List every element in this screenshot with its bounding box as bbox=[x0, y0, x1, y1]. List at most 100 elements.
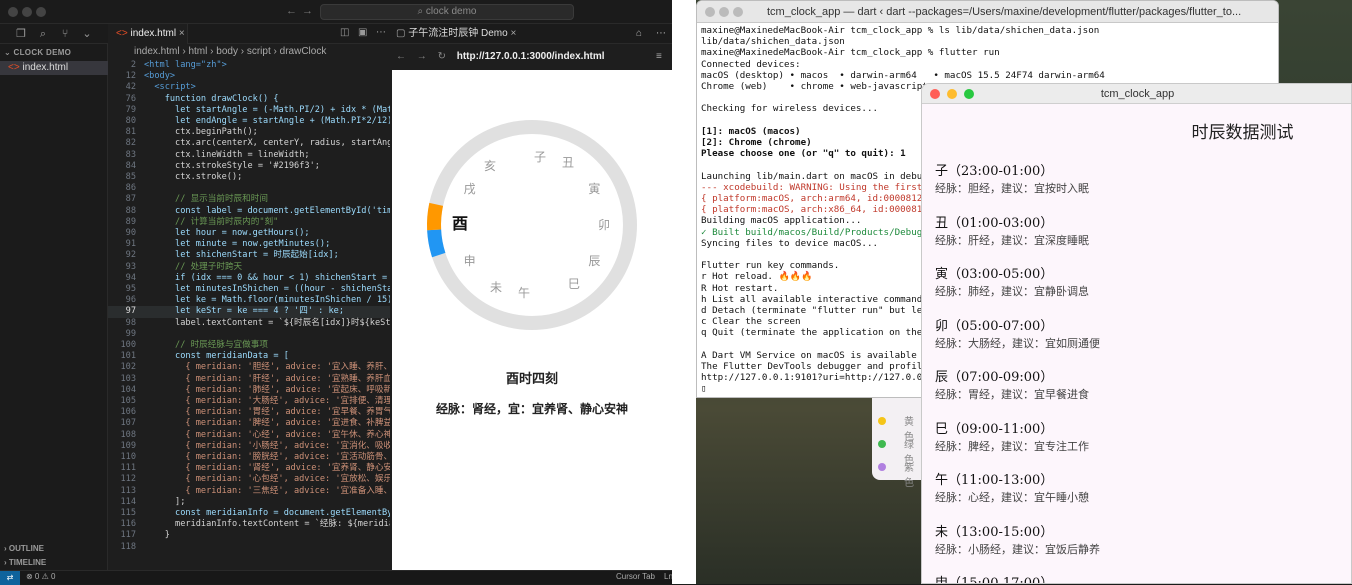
code-line[interactable]: 108 { meridian: '心经', advice: '宜午休、养心神' … bbox=[108, 430, 390, 442]
status-bar: ⇄ ⊗ 0 ⚠ 0 Cursor Tab Ln bbox=[0, 570, 673, 585]
line-number: 85 bbox=[125, 172, 136, 182]
code-line[interactable]: 112 { meridian: '心包经', advice: '宜放松、娱乐、调 bbox=[108, 474, 390, 486]
terminal-line: A Dart VM Service on macOS is available bbox=[701, 349, 917, 361]
shichen-list[interactable]: 子（23:00-01:00） 经脉：胆经，建议：宜按时入眠 丑（01:00-03:0… bbox=[922, 84, 1351, 583]
code-line[interactable]: 99 bbox=[108, 329, 390, 341]
line-number: 98 bbox=[125, 317, 136, 328]
code-line[interactable]: 81 ctx.beginPath(); bbox=[108, 127, 390, 139]
minimize-window-button[interactable] bbox=[719, 7, 729, 17]
clock-label-11: 亥 bbox=[484, 159, 496, 173]
current-meridian-info: 经脉：肾经，宜：宜养肾、静心安神 bbox=[435, 402, 628, 416]
code-line[interactable]: 96 let ke = Math.floor(minutesInShichen … bbox=[108, 295, 390, 307]
code-line[interactable]: 76 function drawClock() { bbox=[108, 94, 390, 106]
status-cursor-tab[interactable]: Cursor Tab bbox=[616, 572, 655, 581]
code-text: { meridian: '三焦经', advice: '宜准备入睡、调和 bbox=[144, 485, 390, 496]
code-line[interactable]: 102 { meridian: '胆经', advice: '宜入睡、养肝、安眠 bbox=[108, 362, 390, 374]
explorer-file-item[interactable]: <> index.html bbox=[0, 61, 108, 75]
chevron-right-icon: › bbox=[207, 46, 217, 57]
code-line[interactable]: 97 let keStr = ke === 4 ? '四' : ke; bbox=[108, 306, 390, 319]
code-line[interactable]: 98 label.textContent = `${时辰名[idx]}时${ke… bbox=[108, 318, 390, 330]
split-editor-icon[interactable]: ◫ bbox=[340, 27, 349, 38]
code-line[interactable]: 88 const label = document.getElementById… bbox=[108, 206, 390, 218]
terminal-line: { platform:macOS, arch:x86_64, id:000081 bbox=[701, 204, 923, 216]
shichen-row-title[interactable]: 申（15:00-17:00） bbox=[935, 572, 1053, 583]
shichen-row-title[interactable]: 辰（07:00-09:00） bbox=[935, 366, 1053, 385]
zoom-window-button[interactable] bbox=[733, 7, 743, 17]
code-line[interactable]: 80 let endAngle = startAngle + (Math.PI*… bbox=[108, 116, 390, 128]
code-line[interactable]: 93 // 处理子时跨天 bbox=[108, 262, 390, 274]
code-line[interactable]: 90 let hour = now.getHours(); bbox=[108, 228, 390, 240]
code-line[interactable]: 89 // 计算当前时辰内的"刻" bbox=[108, 217, 390, 229]
code-line[interactable]: 83 ctx.lineWidth = lineWidth; bbox=[108, 150, 390, 162]
code-line[interactable]: 92 let shichenStart = 时辰起始[idx]; bbox=[108, 250, 390, 262]
tab-index-html[interactable]: <> index.html × bbox=[108, 24, 188, 44]
timeline-section[interactable]: › TIMELINE bbox=[4, 558, 46, 567]
code-line[interactable]: 117 } bbox=[108, 530, 390, 542]
code-line[interactable]: 84 ctx.strokeStyle = '#2196f3'; bbox=[108, 161, 390, 173]
shichen-row-title[interactable]: 子（23:00-01:00） bbox=[935, 160, 1053, 179]
code-line[interactable]: 95 let minutesInShichen = ((hour - shich… bbox=[108, 284, 390, 296]
code-line[interactable]: 87 // 显示当前时辰和时间 bbox=[108, 194, 390, 206]
breadcrumb-item[interactable]: script bbox=[247, 46, 271, 57]
line-number: 114 bbox=[120, 496, 136, 507]
shichen-row-title[interactable]: 寅（03:00-05:00） bbox=[935, 263, 1053, 282]
layout-icon[interactable]: ▣ bbox=[358, 27, 367, 38]
code-line[interactable]: 115 const meridianInfo = document.getEle… bbox=[108, 508, 390, 520]
close-window-button[interactable] bbox=[705, 7, 715, 17]
breadcrumb-item[interactable]: drawClock bbox=[280, 46, 327, 57]
explorer-icon[interactable]: ❐ bbox=[14, 27, 28, 41]
close-icon[interactable]: × bbox=[179, 28, 185, 39]
code-line[interactable]: 110 { meridian: '膀胱经', advice: '宜活动筋骨、锻炼 bbox=[108, 452, 390, 464]
problems-count[interactable]: ⊗ 0 ⚠ 0 bbox=[26, 572, 55, 581]
code-line[interactable]: 105 { meridian: '大肠经', advice: '宜排便、清理肠道 bbox=[108, 396, 390, 408]
code-line[interactable]: 109 { meridian: '小肠经', advice: '宜消化、吸收营养 bbox=[108, 441, 390, 453]
breadcrumb-item[interactable]: index.html bbox=[134, 46, 180, 57]
back-arrow-icon[interactable]: ← bbox=[286, 5, 297, 17]
code-line[interactable]: 42 <script> bbox=[108, 82, 390, 94]
shichen-row-title[interactable]: 午（11:00-13:00） bbox=[935, 469, 1053, 488]
code-text: { meridian: '小肠经', advice: '宜消化、吸收营养 bbox=[144, 440, 390, 451]
code-line[interactable]: 2 <html lang="zh"> bbox=[108, 60, 390, 72]
code-line[interactable]: 104 { meridian: '肺经', advice: '宜起床、呼吸新鲜空 bbox=[108, 385, 390, 397]
code-line[interactable]: 85 ctx.stroke(); bbox=[108, 172, 390, 184]
forward-arrow-icon[interactable]: → bbox=[417, 51, 427, 62]
more-icon[interactable]: ⋯ bbox=[656, 24, 666, 44]
breadcrumb-item[interactable]: body bbox=[216, 46, 238, 57]
shichen-row-title[interactable]: 未（13:00-15:00） bbox=[935, 521, 1053, 540]
search-icon[interactable]: ⌕ bbox=[36, 27, 50, 41]
code-text: { meridian: '肾经', advice: '宜养肾、静心安神' bbox=[144, 463, 390, 474]
zoom-window-button[interactable] bbox=[36, 7, 46, 17]
command-search-box[interactable]: ⌕ clock demo bbox=[320, 4, 574, 20]
reload-icon[interactable]: ↻ bbox=[438, 51, 446, 62]
code-area[interactable]: 2 <html lang="zh"> 12 <body> 42 <script> 76 f… bbox=[108, 60, 390, 570]
breadcrumb-item[interactable]: html bbox=[188, 46, 207, 57]
code-line[interactable]: 118 bbox=[108, 542, 390, 554]
close-window-button[interactable] bbox=[8, 7, 18, 17]
menu-icon[interactable]: ≡ bbox=[656, 44, 662, 70]
remote-indicator-icon[interactable]: ⇄ bbox=[0, 571, 20, 585]
shichen-row-title[interactable]: 卯（05:00-07:00） bbox=[935, 315, 1053, 334]
shichen-row-title[interactable]: 巳（09:00-11:00） bbox=[935, 418, 1053, 437]
explorer-folder-title[interactable]: ⌄ CLOCK DEMO bbox=[4, 48, 71, 57]
code-line[interactable]: 94 if (idx === 0 && hour < 1) shichenSta… bbox=[108, 273, 390, 285]
code-line[interactable]: 79 let startAngle = (-Math.PI/2) + idx *… bbox=[108, 105, 390, 117]
forward-arrow-icon[interactable]: → bbox=[302, 5, 313, 17]
code-line[interactable]: 100 // 时辰经脉与宜做事项 bbox=[108, 340, 390, 352]
url-field[interactable]: http://127.0.0.1:3000/index.html bbox=[457, 51, 605, 62]
more-icon[interactable]: ⋯ bbox=[376, 27, 386, 38]
minimize-window-button[interactable] bbox=[22, 7, 32, 17]
code-line[interactable]: 116 meridianInfo.textContent = `经脉: ${me… bbox=[108, 519, 390, 531]
close-icon[interactable]: × bbox=[510, 28, 516, 39]
source-control-icon[interactable]: ⑂ bbox=[58, 27, 72, 41]
preview-tab-title[interactable]: 子午流注时辰钟 Demo bbox=[408, 28, 507, 39]
code-line[interactable]: 114 ]; bbox=[108, 497, 390, 509]
code-line[interactable]: 12 <body> bbox=[108, 71, 390, 83]
code-line[interactable]: 82 ctx.arc(centerX, centerY, radius, sta… bbox=[108, 138, 390, 150]
code-line[interactable]: 113 { meridian: '三焦经', advice: '宜准备入睡、调和 bbox=[108, 486, 390, 498]
code-line[interactable]: 103 { meridian: '肝经', advice: '宜熟睡、养肝血' … bbox=[108, 374, 390, 386]
shichen-row-title[interactable]: 丑（01:00-03:00） bbox=[935, 212, 1053, 231]
code-line[interactable]: 107 { meridian: '脾经', advice: '宜进食、补脾益气' bbox=[108, 418, 390, 430]
chevron-down-icon[interactable]: ⌄ bbox=[80, 27, 94, 41]
outline-section[interactable]: › OUTLINE bbox=[4, 544, 44, 553]
back-arrow-icon[interactable]: ← bbox=[396, 51, 406, 62]
